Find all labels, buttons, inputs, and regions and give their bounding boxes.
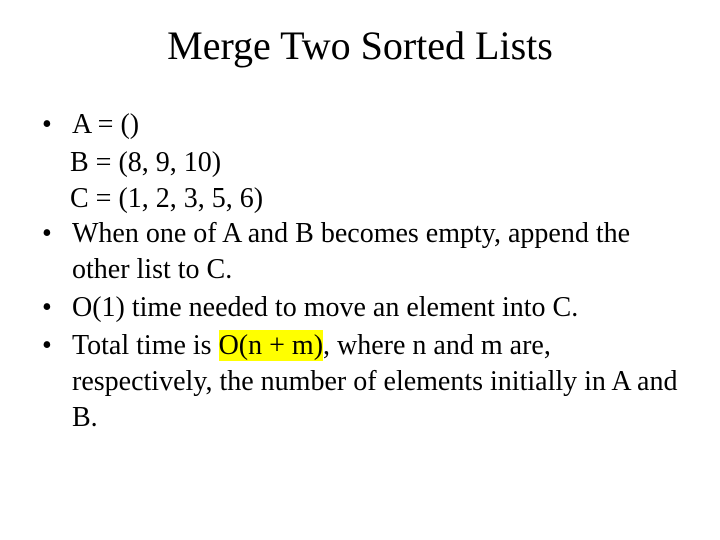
text-span: Total time is xyxy=(72,330,219,361)
bullet-dot: • xyxy=(40,216,72,252)
bullet-item: • O(1) time needed to move an element in… xyxy=(40,290,680,326)
bullet-dot: • xyxy=(40,328,72,364)
slide: Merge Two Sorted Lists • A = () B = (8, … xyxy=(0,0,720,540)
bullet-text: When one of A and B becomes empty, appen… xyxy=(72,216,680,288)
bullet-text: O(1) time needed to move an element into… xyxy=(72,290,680,326)
slide-title: Merge Two Sorted Lists xyxy=(0,0,720,79)
bullet-dot: • xyxy=(40,290,72,326)
bullet-text: A = () xyxy=(72,107,680,143)
bullet-item: • A = () xyxy=(40,107,680,143)
bullet-dot: • xyxy=(40,107,72,143)
slide-body: • A = () B = (8, 9, 10) C = (1, 2, 3, 5,… xyxy=(0,79,720,435)
highlight-span: O(n + m) xyxy=(219,330,323,361)
bullet-text: Total time is O(n + m), where n and m ar… xyxy=(72,328,680,435)
bullet-item: • When one of A and B becomes empty, app… xyxy=(40,216,680,288)
bullet-subline: B = (8, 9, 10) xyxy=(40,145,680,181)
bullet-subline: C = (1, 2, 3, 5, 6) xyxy=(40,181,680,217)
bullet-item: • Total time is O(n + m), where n and m … xyxy=(40,328,680,435)
